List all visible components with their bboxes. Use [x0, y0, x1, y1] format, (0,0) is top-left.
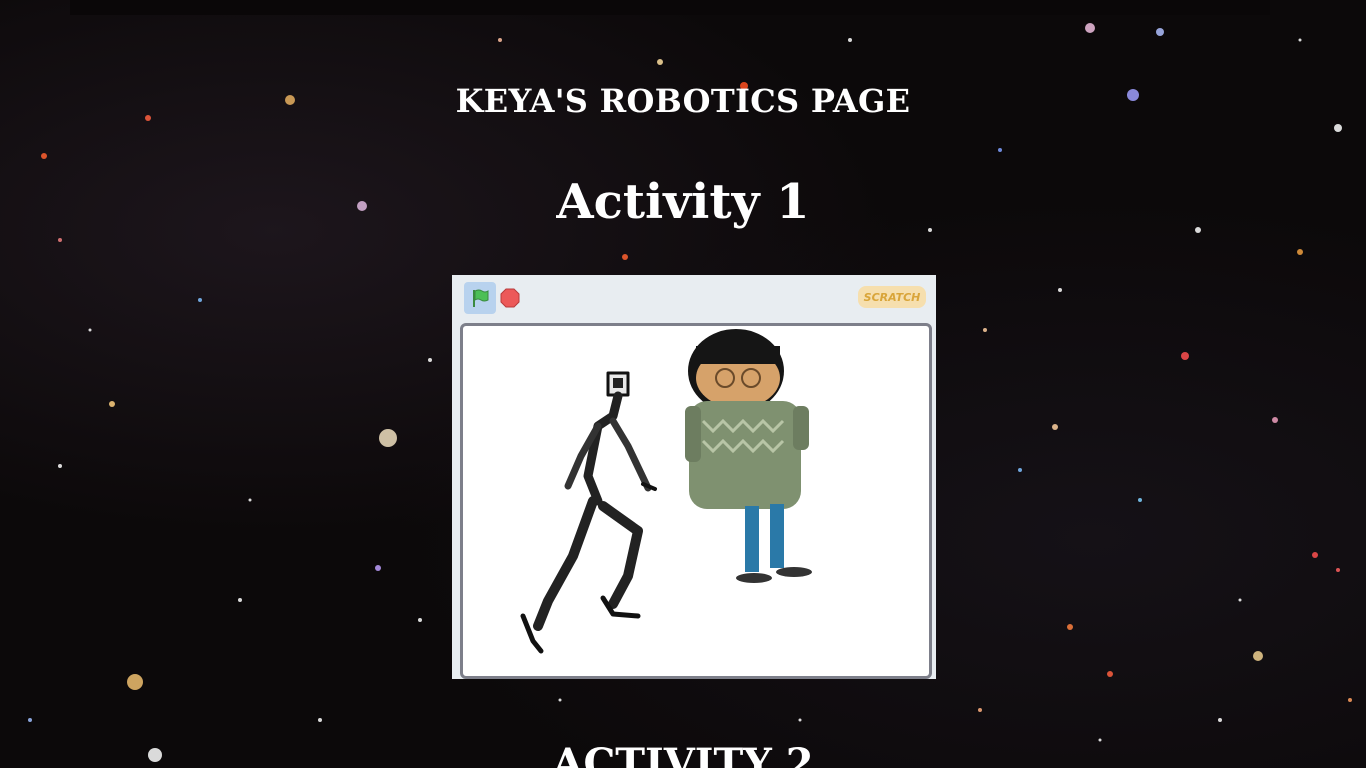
activity-heading: Activity 1	[556, 174, 810, 230]
scratch-logo[interactable]: SCRATCH	[858, 286, 926, 308]
top-strip	[70, 0, 1270, 15]
scratch-player: SCRATCH	[452, 275, 936, 679]
robot-sprite[interactable]	[520, 371, 657, 654]
green-flag-button[interactable]	[464, 282, 496, 314]
scratch-stage[interactable]	[460, 323, 932, 679]
green-flag-icon	[473, 289, 489, 307]
activity-2-heading: ACTIVITY 2	[552, 740, 814, 768]
player-controls: SCRATCH	[452, 275, 936, 319]
site-title: KEYA'S ROBOTICS PAGE	[455, 82, 911, 120]
stop-sign-icon	[500, 288, 520, 308]
stop-button[interactable]	[499, 287, 521, 309]
person-sprite[interactable]	[685, 329, 812, 583]
